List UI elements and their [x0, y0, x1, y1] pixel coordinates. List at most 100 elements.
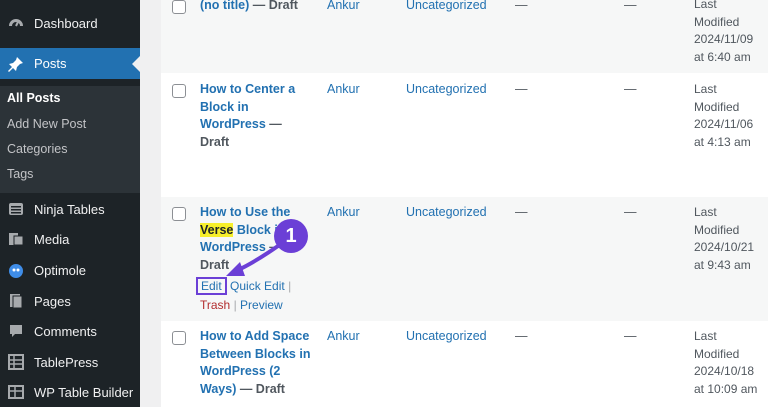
date-value: 2024/10/21: [694, 240, 755, 255]
sidebar-item-pages[interactable]: Pages: [0, 286, 140, 316]
date-label: Last: [694, 82, 717, 96]
date-value: 2024/11/06: [694, 117, 754, 132]
post-state: — Draft: [249, 0, 298, 12]
row-checkbox[interactable]: [172, 0, 186, 14]
dashboard-icon: [6, 13, 26, 33]
date-cell: Last Modified 2024/11/09 at 6:40 am: [694, 0, 753, 66]
table-icon: [6, 199, 26, 219]
author-link[interactable]: Ankur: [327, 204, 360, 222]
author-link[interactable]: Ankur: [327, 81, 360, 99]
comment-icon: [6, 321, 26, 341]
comments-cell: —: [624, 205, 637, 219]
sidebar-item-label: Media: [34, 231, 70, 247]
tags-cell: —: [515, 329, 528, 343]
date-label: Last: [694, 329, 717, 343]
preview-link[interactable]: Preview: [240, 298, 283, 312]
table-builder-icon: [6, 382, 26, 402]
tags-cell: —: [515, 82, 528, 96]
category-link[interactable]: Uncategorized: [406, 204, 487, 222]
author-link[interactable]: Ankur: [327, 328, 360, 346]
sidebar-item-label: Posts: [34, 56, 67, 71]
media-icon: [6, 229, 26, 249]
post-title-cell: (no title) — Draft: [200, 0, 320, 15]
submenu-add-new-post[interactable]: Add New Post: [7, 117, 86, 131]
time-value: at 4:13 am: [694, 134, 751, 149]
row-checkbox[interactable]: [172, 331, 186, 345]
time-value: at 6:40 am: [694, 49, 751, 64]
highlighted-word[interactable]: Verse: [200, 222, 234, 237]
action-separator: |: [288, 279, 292, 293]
sidebar-item-media[interactable]: Media: [0, 224, 140, 254]
sidebar-item-ninja-tables[interactable]: Ninja Tables: [0, 194, 140, 224]
date-label: Modified: [694, 14, 740, 29]
submenu-tags[interactable]: Tags: [7, 167, 33, 181]
comments-cell: —: [624, 82, 637, 96]
post-state: —: [265, 117, 282, 131]
tablepress-icon: [6, 352, 26, 372]
date-label: Modified: [694, 346, 740, 361]
sidebar-item-wp-table-builder[interactable]: WP Table Builder: [0, 377, 140, 407]
date-value: 2024/11/09: [694, 32, 754, 47]
category-link[interactable]: Uncategorized: [406, 81, 487, 99]
pin-icon: [6, 54, 26, 74]
post-title-link[interactable]: Between Blocks in: [200, 346, 325, 364]
post-title-cell: How to Add Space Between Blocks in WordP…: [200, 328, 325, 398]
post-title-link[interactable]: WordPress: [200, 240, 266, 254]
post-title-link[interactable]: WordPress (2: [200, 363, 325, 381]
sidebar-item-posts[interactable]: Posts: [0, 48, 140, 79]
sidebar-item-label: Ninja Tables: [34, 201, 105, 217]
tags-cell: —: [515, 205, 528, 219]
row-actions: Edit Quick Edit | Trash | Preview: [196, 277, 326, 315]
post-title-link[interactable]: Block in: [200, 99, 320, 117]
step-number-badge: 1: [274, 219, 308, 253]
sidebar-item-tablepress[interactable]: TablePress: [0, 347, 140, 377]
sidebar-item-comments[interactable]: Comments: [0, 316, 140, 346]
date-label: Last: [694, 205, 717, 219]
date-label: Last: [694, 0, 717, 11]
category-link[interactable]: Uncategorized: [406, 328, 487, 346]
edit-link[interactable]: Edit: [196, 277, 227, 295]
row-checkbox[interactable]: [172, 207, 186, 221]
quick-edit-link[interactable]: Quick Edit: [230, 279, 285, 293]
submenu-all-posts[interactable]: All Posts: [7, 91, 61, 105]
category-link[interactable]: Uncategorized: [406, 0, 487, 15]
date-value: 2024/10/18: [694, 364, 755, 379]
post-title-link[interactable]: How to Add Space: [200, 328, 325, 346]
date-label: Modified: [694, 222, 740, 237]
comments-cell: —: [624, 329, 637, 343]
post-title-link[interactable]: Ways): [200, 382, 236, 396]
post-state: Draft: [200, 134, 230, 149]
row-checkbox[interactable]: [172, 84, 186, 98]
date-cell: Last Modified 2024/10/21 at 9:43 am: [694, 204, 754, 274]
sidebar-item-dashboard[interactable]: Dashboard: [0, 8, 140, 38]
author-link[interactable]: Ankur: [327, 0, 360, 15]
optimole-icon: [6, 260, 26, 280]
sidebar-item-label: Optimole: [34, 262, 87, 278]
date-cell: Last Modified 2024/11/06 at 4:13 am: [694, 81, 753, 151]
post-state: Draft: [200, 257, 230, 272]
comments-cell: —: [624, 0, 637, 12]
post-state: — Draft: [236, 381, 285, 396]
pages-icon: [6, 291, 26, 311]
post-title-link[interactable]: (no title): [200, 0, 249, 12]
sidebar-item-label: Pages: [34, 293, 71, 309]
submenu-categories[interactable]: Categories: [7, 142, 67, 156]
post-title-link[interactable]: How to Center a: [200, 81, 320, 99]
sidebar-item-optimole[interactable]: Optimole: [0, 255, 140, 285]
posts-submenu: All Posts Add New Post Categories Tags: [0, 86, 140, 193]
sidebar-item-label: WP Table Builder: [34, 384, 134, 400]
date-cell: Last Modified 2024/10/18 at 10:09 am: [694, 328, 757, 398]
sidebar-item-label: TablePress: [34, 354, 99, 370]
tags-cell: —: [515, 0, 528, 12]
sidebar-item-label: Comments: [34, 323, 97, 339]
admin-sidebar: Dashboard Posts All Posts Add New Post C…: [0, 0, 140, 407]
post-title-link[interactable]: WordPress: [200, 117, 266, 131]
trash-link[interactable]: Trash: [200, 298, 230, 312]
post-title-cell: How to Center a Block in WordPress — Dra…: [200, 81, 320, 151]
time-value: at 9:43 am: [694, 257, 751, 272]
date-label: Modified: [694, 99, 740, 114]
time-value: at 10:09 am: [694, 381, 758, 396]
sidebar-item-label: Dashboard: [34, 15, 98, 31]
post-title-link[interactable]: How to Use the: [200, 204, 320, 222]
action-separator: |: [233, 298, 237, 312]
